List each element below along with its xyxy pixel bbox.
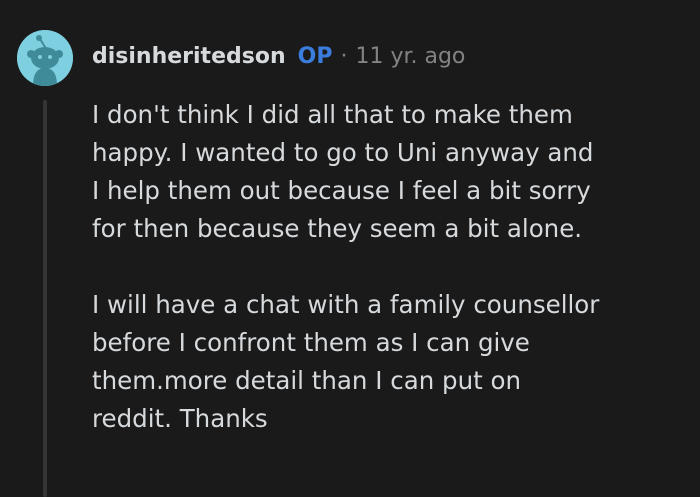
- comment-meta: disinheritedson OP · 11 yr. ago: [92, 40, 465, 72]
- comment-body: I don't think I did all that to make the…: [92, 96, 688, 438]
- comment-paragraph: I will have a chat with a family counsel…: [92, 290, 600, 433]
- op-badge: OP: [297, 43, 333, 69]
- comment-paragraph: I don't think I did all that to make the…: [92, 100, 594, 243]
- thread-collapse-line[interactable]: [43, 100, 47, 497]
- comment-timestamp[interactable]: 11 yr. ago: [355, 44, 465, 69]
- comment: disinheritedson OP · 11 yr. ago I don't …: [0, 0, 700, 497]
- meta-separator: ·: [340, 43, 348, 69]
- author-username[interactable]: disinheritedson: [92, 44, 286, 69]
- reddit-snoo-avatar-icon: [17, 30, 73, 86]
- user-avatar[interactable]: [17, 30, 73, 86]
